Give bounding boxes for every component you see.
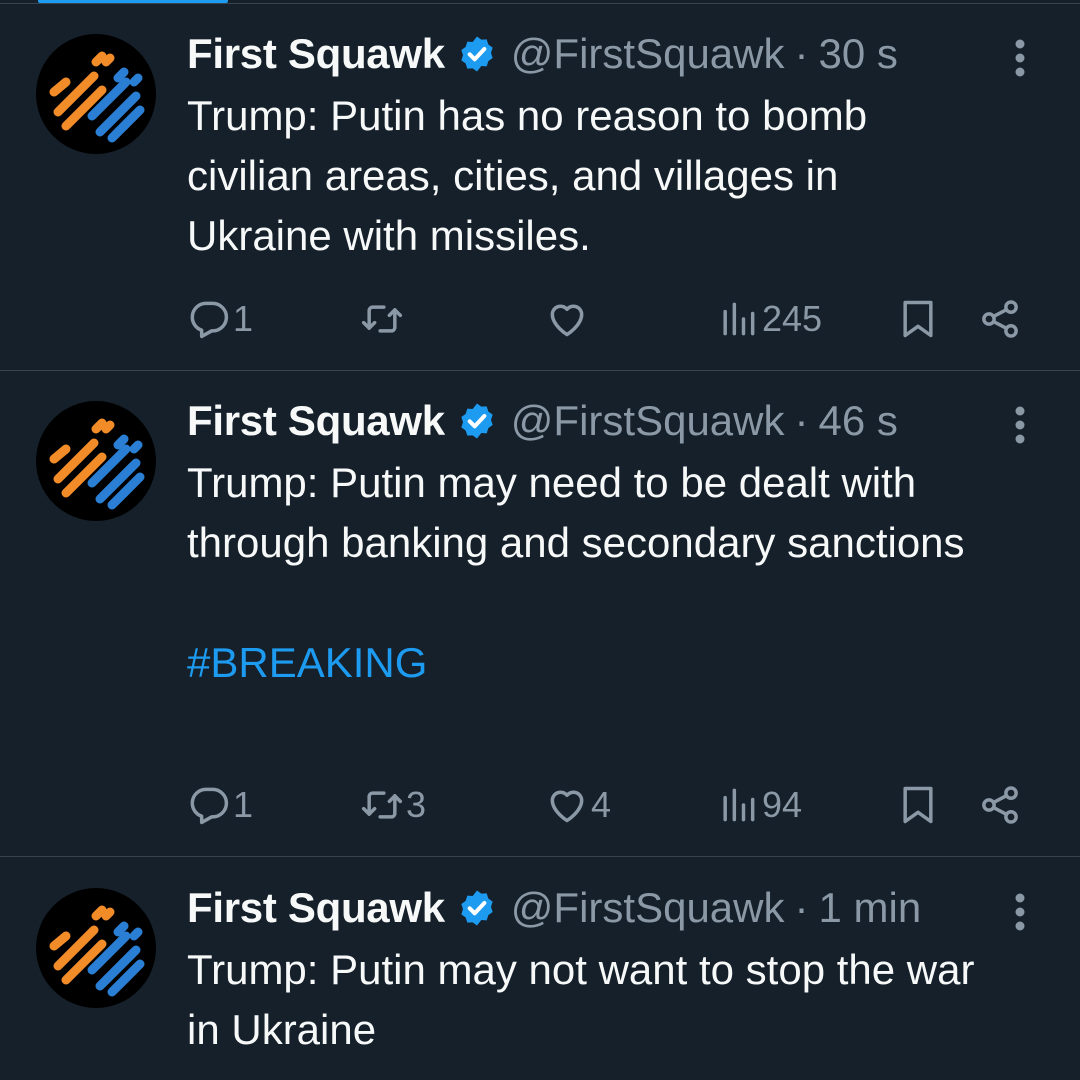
more-vertical-icon[interactable]	[1000, 400, 1040, 450]
hashtag-link[interactable]: #BREAKING	[187, 633, 1017, 693]
heart-icon	[550, 304, 584, 337]
like-count: 4	[591, 784, 612, 825]
verified-badge-icon	[457, 401, 497, 441]
reply-count: 1	[233, 784, 254, 825]
handle[interactable]: @FirstSquawk	[511, 396, 785, 446]
views-button[interactable]: 94	[716, 780, 802, 830]
reply-button[interactable]: 1	[187, 780, 253, 830]
reply-icon	[190, 301, 229, 339]
bookmark-icon	[903, 300, 933, 338]
first-squawk-logo	[49, 418, 145, 510]
more-vertical-icon[interactable]	[1000, 887, 1040, 937]
view-count: 245	[762, 298, 823, 339]
separator: ·	[794, 397, 809, 444]
share-button[interactable]	[978, 294, 1022, 344]
like-button[interactable]	[545, 294, 591, 344]
views-icon	[723, 302, 755, 336]
verified-badge-icon	[457, 34, 497, 74]
avatar[interactable]	[36, 401, 156, 521]
verified-badge-icon	[457, 888, 497, 928]
timestamp[interactable]: 30 s	[819, 29, 898, 79]
bookmark-button[interactable]	[896, 294, 940, 344]
tweet-header: First Squawk @FirstSquawk · 46 s	[187, 396, 898, 446]
tweet-text-body: Trump: Putin may not want to stop the wa…	[187, 946, 975, 1053]
display-name[interactable]: First Squawk	[187, 29, 445, 79]
more-vertical-icon[interactable]	[1000, 33, 1040, 83]
retweet-button[interactable]	[360, 294, 406, 344]
reply-button[interactable]: 1	[187, 294, 253, 344]
timestamp[interactable]: 46 s	[819, 396, 898, 446]
retweet-button[interactable]: 3	[360, 780, 426, 830]
display-name[interactable]: First Squawk	[187, 883, 445, 933]
avatar[interactable]	[36, 888, 156, 1008]
divider	[0, 3, 1080, 4]
tweet-header: First Squawk @FirstSquawk · 1 min	[187, 883, 921, 933]
display-name[interactable]: First Squawk	[187, 396, 445, 446]
share-icon	[982, 300, 1018, 338]
reply-icon	[190, 787, 229, 825]
tweet-text: Trump: Putin may not want to stop the wa…	[187, 940, 1017, 1060]
views-icon	[723, 788, 755, 822]
tweet-text: Trump: Putin has no reason to bomb civil…	[187, 86, 977, 266]
like-button[interactable]: 4	[545, 780, 611, 830]
divider	[0, 370, 1080, 371]
bookmark-icon	[903, 786, 933, 824]
timeline-feed: First Squawk @FirstSquawk · 30 s Trump: …	[0, 0, 1080, 1080]
share-button[interactable]	[978, 780, 1022, 830]
heart-icon	[550, 790, 584, 823]
first-squawk-logo	[49, 51, 145, 143]
handle[interactable]: @FirstSquawk	[511, 883, 785, 933]
retweet-count: 3	[406, 784, 427, 825]
tweet-actions: 1 245	[0, 294, 1080, 344]
tweet-actions: 1 3 4 94	[0, 780, 1080, 830]
reply-count: 1	[233, 298, 254, 339]
view-count: 94	[762, 784, 803, 825]
retweet-icon	[361, 305, 403, 333]
separator: ·	[794, 884, 809, 931]
tweet-header: First Squawk @FirstSquawk · 30 s	[187, 29, 898, 79]
bookmark-button[interactable]	[896, 780, 940, 830]
divider	[0, 856, 1080, 857]
retweet-icon	[361, 791, 403, 819]
views-button[interactable]: 245	[716, 294, 822, 344]
share-icon	[982, 786, 1018, 824]
separator: ·	[794, 30, 809, 77]
tweet-text-body: Trump: Putin may need to be dealt with t…	[187, 459, 965, 566]
tweet-text-body: Trump: Putin has no reason to bomb civil…	[187, 92, 868, 259]
handle[interactable]: @FirstSquawk	[511, 29, 785, 79]
avatar[interactable]	[36, 34, 156, 154]
tweet-text: Trump: Putin may need to be dealt with t…	[187, 453, 1017, 693]
first-squawk-logo	[49, 905, 145, 997]
timestamp[interactable]: 1 min	[819, 883, 922, 933]
